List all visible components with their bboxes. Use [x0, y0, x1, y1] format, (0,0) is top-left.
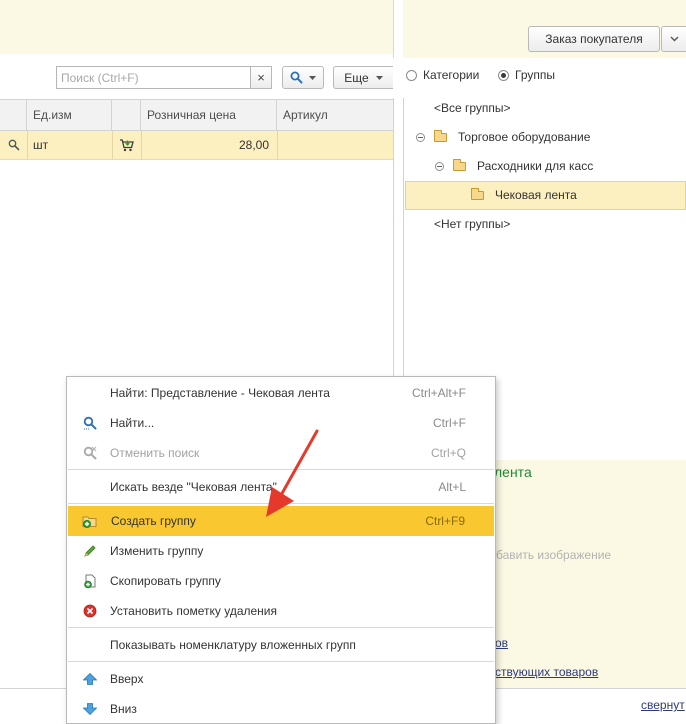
cart-cell [112, 131, 141, 159]
search-input[interactable] [56, 66, 251, 89]
panel-divider [393, 0, 394, 58]
radio-label: Категории [423, 68, 480, 82]
table-row[interactable]: шт 28,00 [0, 131, 393, 160]
cancel-search-icon [82, 445, 98, 461]
menu-item-mark-deletion[interactable]: Установить пометку удаления [67, 596, 495, 626]
radio-label: Группы [515, 68, 555, 82]
collapse-icon[interactable] [435, 161, 444, 171]
collapse-link[interactable]: свернут [641, 698, 685, 712]
menu-item-move-up[interactable]: Вверх [67, 664, 495, 694]
folder-icon [434, 129, 447, 142]
chevron-down-icon [375, 75, 383, 80]
table-header: Ед.изм Розничная цена Артикул [0, 99, 393, 131]
column-header-icon[interactable] [0, 100, 27, 130]
detail-link-related-goods[interactable]: ствующих товаров [495, 665, 598, 679]
tree-item-no-group[interactable]: <Нет группы> [434, 210, 510, 238]
menu-item-move-down[interactable]: Вниз [67, 694, 495, 724]
column-header-price[interactable]: Розничная цена [141, 100, 277, 130]
chevron-down-icon [309, 75, 316, 80]
row-icon-cell [0, 131, 27, 159]
column-header-unit[interactable]: Ед.изм [27, 100, 112, 130]
customer-order-label: Заказ покупателя [545, 32, 643, 46]
customer-order-dropdown[interactable] [661, 26, 686, 52]
radio-button[interactable] [498, 69, 509, 81]
column-header-article[interactable]: Артикул [277, 100, 393, 130]
search-clear-button[interactable]: × [251, 66, 272, 89]
folder-icon [453, 158, 466, 171]
group-title: лента [494, 464, 532, 480]
radio-categories[interactable]: Категории [406, 68, 479, 82]
chevron-down-icon [670, 36, 678, 42]
price-cell: 28,00 [238, 138, 269, 152]
menu-item-find-representation[interactable]: Найти: Представление - Чековая лента Ctr… [67, 378, 495, 408]
more-button[interactable]: Еще [333, 66, 393, 89]
pencil-icon [82, 543, 98, 559]
folder-icon [471, 187, 484, 200]
tree-item-cash-supplies[interactable]: Расходники для касс [435, 152, 593, 180]
detail-link-goods[interactable]: ов [495, 636, 508, 650]
customer-order-button[interactable]: Заказ покупателя [528, 26, 660, 52]
cart-icon [119, 139, 134, 152]
menu-item-edit-group[interactable]: Изменить группу [67, 536, 495, 566]
menu-item-show-nested[interactable]: Показывать номенклатуру вложенных групп [67, 630, 495, 660]
top-left-panel [0, 0, 393, 54]
article-cell [283, 131, 393, 159]
clear-icon: × [257, 70, 265, 85]
more-label: Еще [344, 70, 369, 85]
arrow-up-icon [82, 671, 98, 687]
column-header-cart[interactable] [112, 100, 141, 130]
collapse-icon[interactable] [416, 132, 425, 142]
menu-item-copy-group[interactable]: Скопировать группу [67, 566, 495, 596]
tree-item-receipt-tape[interactable]: Чековая лента [471, 181, 577, 209]
create-folder-icon [82, 513, 98, 529]
add-image-link[interactable]: бавить изображение [496, 548, 611, 562]
arrow-down-icon [82, 701, 98, 717]
delete-mark-icon [82, 603, 98, 619]
tree-item-label: Торговое оборудование [458, 130, 591, 144]
search-button[interactable] [282, 66, 324, 89]
tree-item-trade-equipment[interactable]: Торговое оборудование [416, 123, 590, 151]
search-icon [290, 71, 303, 84]
menu-separator [68, 627, 494, 628]
tree-item-label: <Нет группы> [434, 217, 511, 231]
search-icon [82, 415, 98, 431]
tree-item-label: Чековая лента [495, 188, 577, 202]
radio-button[interactable] [406, 69, 417, 81]
tree-item-label: Расходники для касс [477, 159, 594, 173]
unit-cell: шт [33, 138, 49, 152]
copy-icon [82, 573, 98, 589]
tree-item-all-groups[interactable]: <Все группы> [434, 94, 511, 122]
tree-item-label: <Все группы> [434, 101, 511, 115]
menu-separator [68, 661, 494, 662]
annotation-arrow-icon [266, 429, 319, 517]
magnifier-icon [8, 139, 19, 151]
radio-groups[interactable]: Группы [498, 68, 555, 82]
